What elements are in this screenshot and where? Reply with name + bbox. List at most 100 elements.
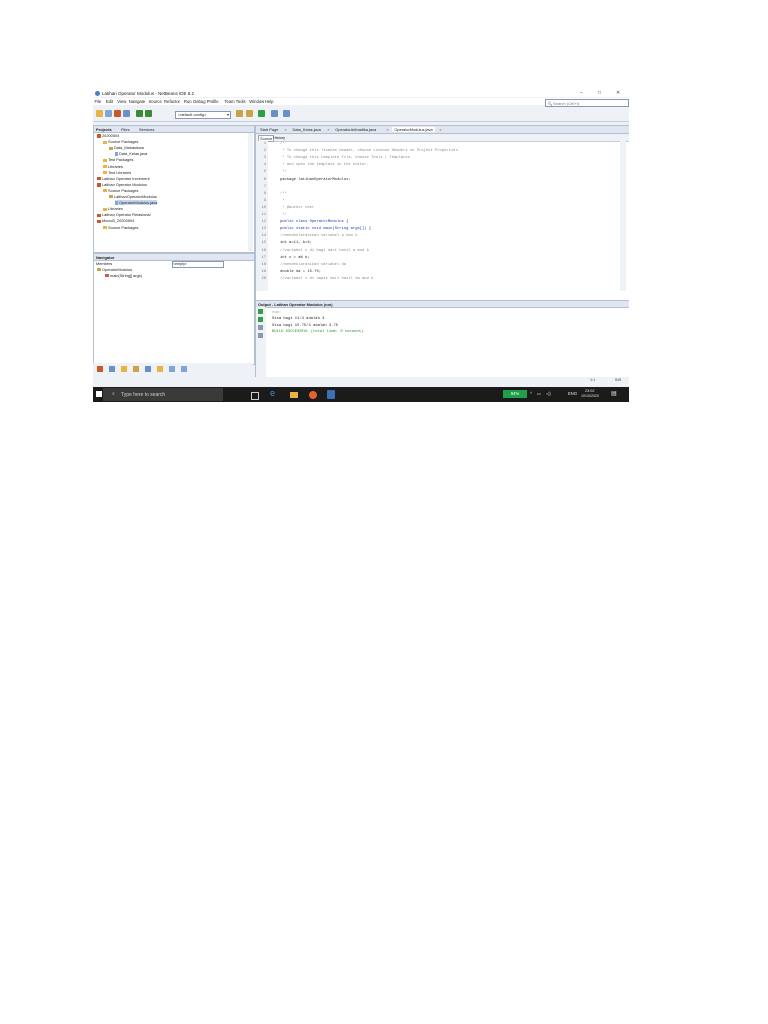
menu-refactor[interactable]: Refactor (164, 99, 180, 104)
menu-profile[interactable]: Profile (207, 99, 219, 104)
collapse-icon[interactable] (181, 366, 187, 372)
tree-node-label: Libraries (108, 163, 123, 169)
new-project-icon[interactable] (96, 110, 103, 117)
expand-icon[interactable] (169, 366, 175, 372)
netbeans-taskbar-icon[interactable] (327, 390, 335, 399)
package-icon (109, 146, 113, 150)
editor-tab[interactable]: Start Page (258, 127, 280, 132)
tree-node[interactable]: Data_Mahasiswa (109, 145, 144, 150)
tree-node[interactable]: OperatorModulus.java (115, 200, 158, 206)
close-tab-icon[interactable]: × (384, 127, 390, 132)
tree-node[interactable]: Latihan Operator Modulus (97, 182, 147, 187)
menu-view[interactable]: View (117, 99, 126, 104)
edge-browser-icon[interactable]: e (270, 388, 278, 398)
status-bar: 1:1 INS (93, 377, 629, 387)
debug-icon[interactable] (271, 110, 278, 117)
tree-node[interactable]: Libraries (103, 206, 123, 211)
tree-node[interactable]: LatihanOperatorModulus (109, 194, 157, 199)
netbeans-screenshot: Latihan Operator Modulus - NetBeans IDE … (93, 89, 629, 402)
tree-node[interactable]: Source Packages (103, 139, 139, 144)
close-button[interactable]: ✕ (616, 90, 620, 96)
tree-node[interactable]: Test Libraries (103, 170, 131, 175)
menu-source[interactable]: Source (149, 99, 162, 104)
tree-node-label: Latihan Operator Increment (102, 175, 150, 181)
tree-node[interactable]: 20200504 (97, 133, 119, 138)
volume-icon[interactable]: ◁) (546, 391, 551, 396)
project-icon (97, 183, 101, 187)
clean-build-icon[interactable] (246, 110, 253, 117)
windows-start-icon[interactable] (96, 391, 102, 397)
minimize-button[interactable]: – (580, 90, 583, 96)
task-view-icon[interactable] (251, 391, 259, 400)
open-project-icon[interactable] (114, 110, 121, 117)
navigator-node[interactable]: OperatorModulus (97, 267, 132, 272)
close-tab-icon[interactable]: × (325, 127, 331, 132)
menu-help[interactable]: Help (265, 99, 274, 104)
tree-node[interactable]: Test Packages (103, 157, 133, 162)
tree-node[interactable]: Source Packages (103, 188, 139, 193)
redo-icon[interactable] (145, 110, 152, 117)
battery-indicator[interactable]: 94% (503, 390, 527, 398)
editor-tab[interactable]: OperatorAritmatika.java (333, 127, 378, 132)
filter-fields-icon[interactable] (109, 366, 115, 372)
network-icon[interactable]: ▭ (537, 391, 541, 396)
tab-files[interactable]: Files (121, 127, 129, 132)
tree-node[interactable]: Data_Kelas.java (115, 151, 147, 156)
output-title: Output - Latihan Operator Modulus (run) (258, 301, 333, 307)
code-line: * (280, 198, 285, 203)
editor-tab[interactable]: Data_Kelas.java (291, 127, 323, 132)
navigator-node[interactable]: main(String[] args) (105, 273, 142, 278)
close-tab-icon[interactable]: × (283, 127, 289, 132)
file-explorer-icon[interactable] (290, 391, 298, 398)
taskbar-search[interactable]: ⌕ Type here to search (103, 388, 223, 401)
menu-debug[interactable]: Debug (193, 99, 205, 104)
notifications-icon[interactable]: ▤ (611, 390, 617, 397)
projects-scrollbar[interactable] (248, 133, 253, 251)
tree-node[interactable]: Latihan Operator Relasional (97, 212, 150, 217)
tree-node-label: Source Packages (108, 139, 139, 145)
undo-icon[interactable] (136, 110, 143, 117)
output-header: Output - Latihan Operator Modulus (run) (256, 301, 629, 308)
editor-scrollbar[interactable] (620, 141, 626, 291)
output-line: run: (272, 311, 282, 315)
menu-tools[interactable]: Tools (236, 99, 246, 104)
tree-node[interactable]: Source Packages (103, 225, 139, 230)
menu-edit[interactable]: Edit (106, 99, 113, 104)
code-line: //mendeklarasikan variabel a dan b (280, 234, 358, 239)
config-select[interactable]: <default config> ▾ (175, 110, 231, 119)
tray-chevron-icon[interactable]: ^ (530, 391, 532, 396)
code-editor[interactable]: /* * To change this license header, choo… (256, 141, 618, 291)
taskbar-search-placeholder: Type here to search (121, 391, 166, 398)
filter-static-icon[interactable] (121, 366, 127, 372)
new-file-icon[interactable] (105, 110, 112, 117)
clock-time[interactable]: 23:02 (585, 389, 595, 393)
editor-tab[interactable]: OperatorModulus.java (392, 127, 435, 132)
build-icon[interactable] (236, 110, 243, 117)
maximize-button[interactable]: □ (598, 90, 601, 96)
filter-nonpublic-icon[interactable] (133, 366, 139, 372)
profile-icon[interactable] (283, 110, 290, 117)
java-icon[interactable] (157, 366, 163, 372)
menu-run[interactable]: Run (184, 99, 192, 104)
tree-node[interactable]: Libraries (103, 164, 123, 169)
method-icon (105, 274, 109, 278)
tab-projects[interactable]: Projects (96, 127, 112, 132)
run-icon[interactable] (258, 110, 265, 117)
menu-team[interactable]: Team (224, 99, 234, 104)
save-all-icon[interactable] (123, 110, 130, 117)
ide-search-input[interactable]: 🔍 Search (Ctrl+I) (545, 99, 629, 107)
tab-services[interactable]: Services (139, 127, 154, 132)
menu-navigate[interactable]: Navigate (129, 99, 146, 104)
history-tab[interactable]: History (273, 135, 285, 140)
clock-date[interactable]: 10/10/2020 (581, 394, 599, 398)
tree-node[interactable]: Modul3_20200504 (97, 218, 134, 223)
menu-file[interactable]: File (95, 99, 102, 104)
sort-icon[interactable] (97, 366, 103, 372)
firefox-icon[interactable] (309, 390, 317, 399)
menu-window[interactable]: Window (249, 99, 264, 104)
filter-inherited-icon[interactable] (145, 366, 151, 372)
close-tab-icon[interactable]: × (437, 127, 443, 132)
tree-node[interactable]: Latihan Operator Increment (97, 176, 150, 181)
folder-icon (103, 164, 107, 168)
language-indicator[interactable]: ENG (568, 391, 577, 396)
